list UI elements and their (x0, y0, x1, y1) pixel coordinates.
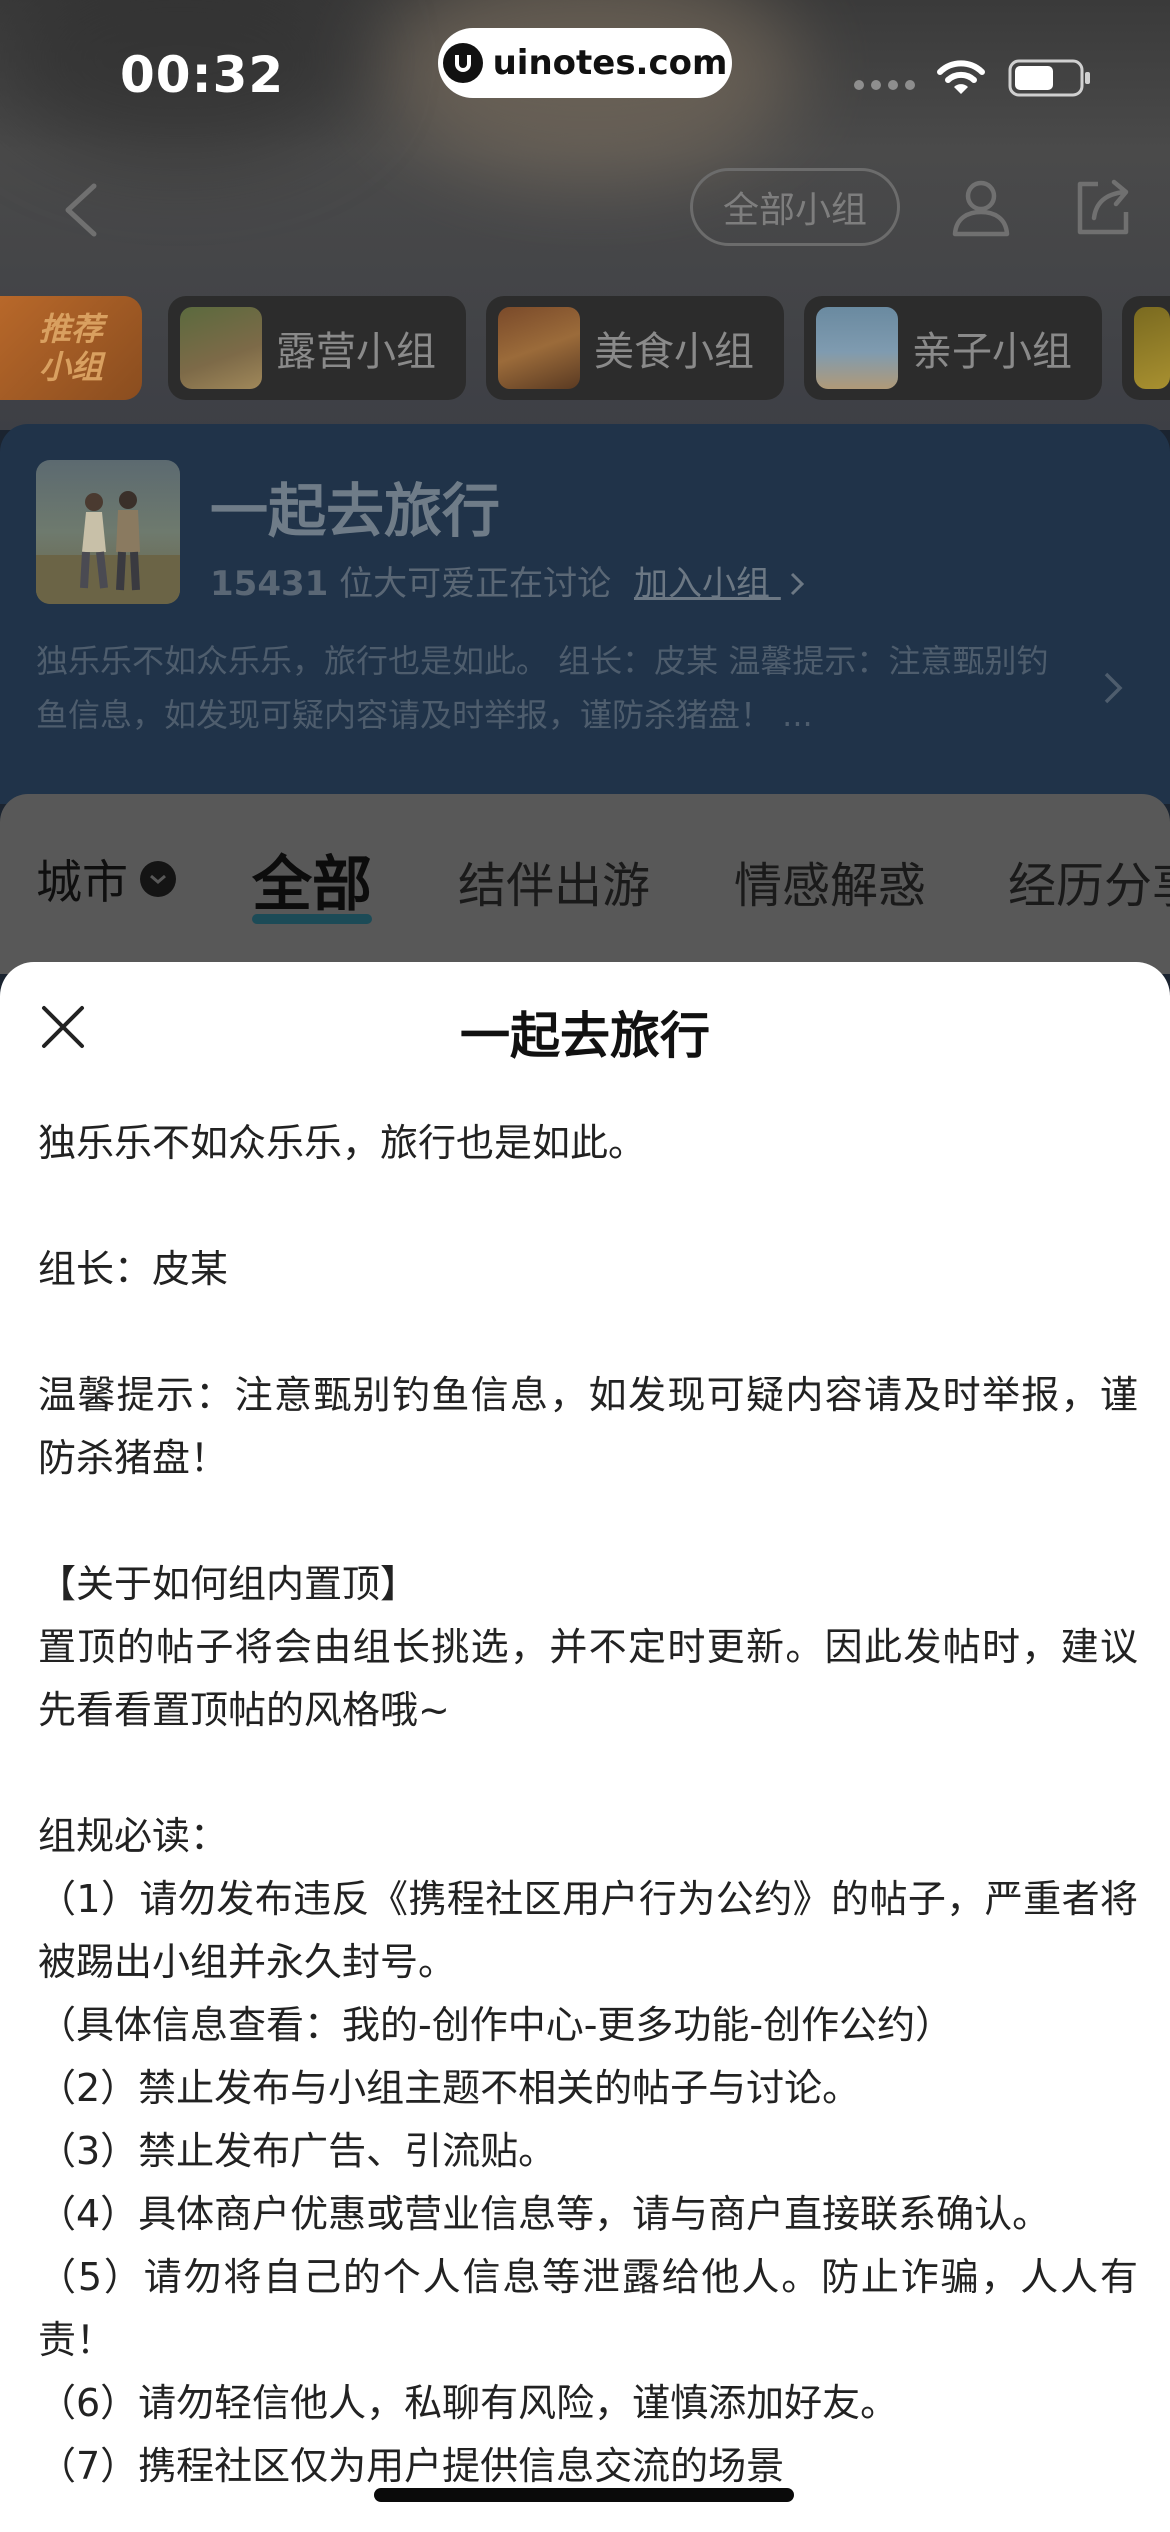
join-group-link[interactable]: 加入小组 (634, 556, 807, 605)
group-intro-sheet: 一起去旅行 独乐乐不如众乐乐，旅行也是如此。 组长：皮某温馨提示：注意甄别钓鱼信息… (0, 962, 1170, 2532)
group-info-card[interactable]: 一起去旅行 15431 位大可爱正在讨论 加入小组 独乐乐不如众乐乐，旅行也是如… (0, 424, 1170, 804)
member-count-line: 15431 位大可爱正在讨论 (210, 556, 611, 605)
screen: 00:32 uinotes.com 全部小组 推荐 小组 露营小组 美食小组 亲… (0, 0, 1170, 2532)
sheet-paragraph: 独乐乐不如众乐乐，旅行也是如此。 (38, 1121, 647, 1165)
user-profile-icon[interactable] (950, 176, 1012, 238)
battery-icon (1008, 59, 1090, 97)
group-name: 一起去旅行 (210, 477, 501, 545)
chevron-right-icon (790, 572, 804, 596)
recommended-groups-badge[interactable]: 推荐 小组 (0, 296, 142, 400)
chip-label: 美食小组 (594, 329, 754, 375)
paragraph-spacer (38, 1490, 1138, 1553)
tab-emotional-advice[interactable]: 情感解惑 (734, 846, 926, 916)
url-badge-text: uinotes.com (492, 43, 728, 83)
family-thumbnail (816, 307, 898, 389)
food-thumbnail (498, 307, 580, 389)
sheet-paragraph: （具体信息查看：我的-创作中心-更多功能-创作公约） (38, 2003, 954, 2047)
status-bar: 00:32 uinotes.com (0, 0, 1170, 140)
group-description: 独乐乐不如众乐乐，旅行也是如此。 组长：皮某 温馨提示：注意甄别钓鱼信息，如发现… (36, 642, 1049, 734)
sheet-paragraph: （6）请勿轻信他人，私聊有风险，谨慎添加好友。 (38, 2381, 899, 2425)
camping-thumbnail (180, 307, 262, 389)
paragraph-spacer (38, 1301, 1138, 1364)
sheet-body: 独乐乐不如众乐乐，旅行也是如此。 组长：皮某温馨提示：注意甄别钓鱼信息，如发现可疑… (38, 1112, 1138, 2498)
url-badge: uinotes.com (438, 28, 732, 98)
chip-label: 露营小组 (276, 329, 436, 375)
uinotes-logo-icon (442, 43, 483, 83)
tab-all[interactable]: 全部 (252, 836, 372, 923)
back-arrow-icon[interactable] (58, 182, 104, 238)
sheet-paragraph: （3）禁止发布广告、引流贴。 (38, 2129, 557, 2173)
tab-travel-together[interactable]: 结伴出游 (458, 846, 650, 916)
sheet-paragraph: 置顶的帖子将会由组长挑选，并不定时更新。因此发帖时，建议先看看置顶帖的风格哦~ (38, 1625, 1138, 1732)
sheet-paragraph: 组规必读： (38, 1814, 229, 1858)
status-time: 00:32 (120, 46, 285, 104)
city-filter-label: 城市 (36, 855, 128, 909)
sheet-paragraph: 温馨提示：注意甄别钓鱼信息，如发现可疑内容请及时举报，谨防杀猪盘！ (38, 1373, 1138, 1480)
city-filter[interactable]: 城市 (36, 846, 176, 912)
recommended-line-1: 推荐 (38, 310, 103, 348)
tab-experience-sharing[interactable]: 经历分享 (1008, 846, 1170, 916)
sheet-paragraph: （2）禁止发布与小组主题不相关的帖子与讨论。 (38, 2066, 861, 2110)
home-indicator[interactable] (374, 2488, 794, 2502)
chevron-down-icon (140, 861, 176, 897)
all-groups-button[interactable]: 全部小组 (690, 168, 900, 246)
sheet-paragraph: 【关于如何组内置顶】 (38, 1562, 419, 1606)
sheet-paragraph: 组长：皮某 (38, 1247, 229, 1291)
chip-camping-group[interactable]: 露营小组 (168, 296, 466, 400)
cellular-signal-icon (854, 80, 915, 90)
wifi-icon (937, 60, 985, 94)
member-count-suffix: 位大可爱正在讨论 (339, 564, 612, 604)
more-thumbnail (1134, 307, 1170, 389)
paragraph-spacer (38, 1742, 1138, 1805)
join-group-label: 加入小组 (634, 564, 770, 604)
sheet-paragraph: （1）请勿发布违反《携程社区用户行为公约》的帖子，严重者将被踢出小组并永久封号。 (38, 1877, 1138, 1984)
top-nav: 全部小组 (0, 160, 1170, 250)
share-icon[interactable] (1072, 176, 1134, 238)
sheet-paragraph: （5）请勿将自己的个人信息等泄露给他人。防止诈骗，人人有责！ (38, 2255, 1138, 2362)
member-count: 15431 (210, 564, 329, 604)
group-avatar (36, 460, 180, 604)
recommended-line-2: 小组 (38, 348, 103, 386)
sheet-paragraph: （4）具体商户优惠或营业信息等，请与商户直接联系确认。 (38, 2192, 1051, 2236)
chip-label: 亲子小组 (912, 329, 1072, 375)
group-chips-row: 推荐 小组 露营小组 美食小组 亲子小组 (0, 296, 1170, 400)
sheet-title: 一起去旅行 (460, 1007, 710, 1065)
category-tabbar: 城市 全部 结伴出游 情感解惑 经历分享 (0, 794, 1170, 974)
chip-more-group[interactable] (1122, 296, 1170, 400)
chip-food-group[interactable]: 美食小组 (486, 296, 784, 400)
chip-family-group[interactable]: 亲子小组 (804, 296, 1102, 400)
active-tab-indicator (252, 914, 372, 924)
chevron-right-icon[interactable] (1100, 668, 1126, 708)
paragraph-spacer (38, 1175, 1138, 1238)
